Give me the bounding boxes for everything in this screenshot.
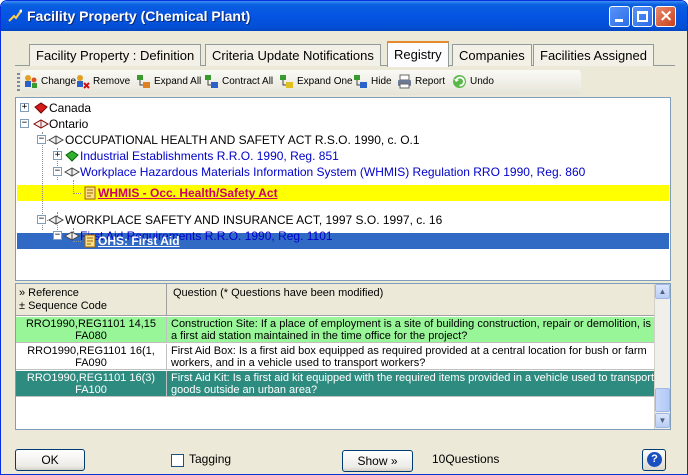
tree-node-label: OCCUPATIONAL HEALTH AND SAFETY ACT R.S.O…	[65, 133, 420, 147]
question-cell: First Aid Kit: Is a first aid kit equipp…	[171, 372, 655, 396]
open-book-icon	[64, 167, 80, 177]
undo-icon	[453, 75, 466, 88]
question-cell: Construction Site: If a place of employm…	[171, 318, 651, 342]
tree-node-label: WHMIS - Occ. Health/Safety Act	[98, 186, 278, 200]
contract-all-label: Contract All	[222, 76, 274, 87]
printer-icon	[398, 74, 411, 89]
close-icon: ×	[659, 6, 674, 26]
registry-toolbar: Change Remove Expand All Contract All Ex…	[15, 67, 671, 97]
scroll-thumb[interactable]	[655, 388, 670, 412]
open-book-icon	[48, 215, 64, 225]
ok-button[interactable]: OK	[15, 449, 85, 471]
document-icon	[84, 234, 96, 248]
reference-header-line: » Reference	[19, 287, 79, 299]
collapse-icon[interactable]: −	[37, 135, 46, 144]
questions-grid[interactable]: » Reference ± Sequence Code Question (* …	[15, 283, 671, 430]
question-cell: First Aid Box: Is a first aid box equipp…	[171, 345, 647, 369]
red-book-icon	[34, 102, 48, 114]
people-remove-icon	[77, 75, 90, 89]
maximize-button[interactable]	[632, 6, 653, 27]
question-row-selected[interactable]: RRO1990,REG1101 16(3) FA100 First Aid Ki…	[16, 371, 656, 397]
tab-criteria-update-notifications[interactable]: Criteria Update Notifications	[205, 44, 381, 66]
tab-facilities-assigned[interactable]: Facilities Assigned	[533, 44, 654, 66]
show-button[interactable]: Show »	[342, 450, 413, 472]
tagging-label: Tagging	[189, 452, 232, 466]
tree-node-canada[interactable]: + Canada	[16, 100, 216, 116]
scroll-down-arrow-icon[interactable]: ▼	[655, 413, 670, 428]
question-count: 10Questions	[432, 452, 500, 466]
title-bar[interactable]: Facility Property (Chemical Plant) ×	[1, 1, 687, 31]
reference-column-header[interactable]: » Reference ± Sequence Code	[16, 284, 167, 316]
tab-strip: Facility Property : Definition Criteria …	[1, 32, 687, 67]
reference-cell: RRO1990,REG1101 16(1, FA090	[16, 344, 167, 370]
toolbar-grip[interactable]	[17, 73, 20, 91]
scroll-up-arrow-icon[interactable]: ▲	[655, 284, 670, 299]
tree-expand-one-icon	[280, 75, 293, 88]
tree-node-industrial-establishments[interactable]: + Industrial Establishments R.R.O. 1990,…	[16, 148, 656, 164]
tagging-checkbox[interactable]	[171, 454, 184, 467]
undo-label: Undo	[470, 76, 494, 87]
tree-node-label: WORKPLACE SAFETY AND INSURANCE ACT, 1997…	[65, 213, 443, 227]
question-row[interactable]: RRO1990,REG1101 14,15 FA080 Construction…	[16, 317, 656, 343]
tree-connector	[73, 193, 81, 194]
expand-icon[interactable]: +	[53, 151, 62, 160]
green-book-icon	[65, 150, 79, 162]
minimize-button[interactable]	[609, 6, 630, 27]
maximize-icon	[637, 11, 648, 22]
expand-all-label: Expand All	[154, 76, 202, 87]
question-column-header[interactable]: Question (* Questions have been modified…	[168, 284, 656, 316]
app-icon	[8, 9, 22, 22]
tree-node-label: Ontario	[49, 117, 89, 131]
expand-icon[interactable]: +	[20, 103, 29, 112]
reference-value: RRO1990,REG1101 16(1,	[27, 345, 155, 357]
minimize-icon	[615, 19, 623, 22]
tab-definition[interactable]: Facility Property : Definition	[29, 44, 202, 66]
sequence-code-value: FA080	[75, 330, 107, 342]
hide-label: Hide	[371, 76, 392, 87]
help-button[interactable]: ?	[642, 449, 666, 471]
grid-vertical-scrollbar[interactable]: ▲ ▼	[654, 284, 670, 429]
tree-node-label: Industrial Establishments R.R.O. 1990, R…	[80, 149, 339, 163]
question-row[interactable]: RRO1990,REG1101 16(1, FA090 First Aid Bo…	[16, 344, 656, 370]
tree-node-ohs-first-aid[interactable]: OHS: First Aid	[16, 233, 656, 249]
grid-header: » Reference ± Sequence Code Question (* …	[16, 284, 656, 316]
people-change-icon	[25, 75, 37, 88]
report-label: Report	[415, 76, 446, 87]
collapse-icon[interactable]: −	[20, 119, 29, 128]
reference-cell: RRO1990,REG1101 14,15 FA080	[16, 317, 167, 343]
document-icon	[84, 186, 96, 200]
close-button[interactable]: ×	[655, 6, 676, 27]
window-title: Facility Property (Chemical Plant)	[27, 8, 251, 24]
tab-companies[interactable]: Companies	[452, 44, 532, 66]
tree-node-label: Canada	[49, 101, 92, 115]
remove-label: Remove	[93, 76, 131, 87]
tree-node-label: Workplace Hazardous Materials Informatio…	[80, 165, 586, 179]
help-icon: ?	[647, 452, 662, 467]
tree-node-whmis-occ-health[interactable]: WHMIS - Occ. Health/Safety Act	[16, 185, 656, 201]
reference-value: RRO1990,REG1101 14,15	[25, 318, 157, 330]
registry-tree[interactable]: + Canada − Ontario − OCCUPATIONAL HEALTH…	[15, 97, 671, 281]
expand-one-label: Expand One	[297, 76, 353, 87]
sequence-code-header-line: ± Sequence Code	[19, 300, 107, 312]
tree-connector	[73, 241, 81, 242]
reference-cell: RRO1990,REG1101 16(3) FA100	[16, 371, 167, 397]
tree-node-ontario[interactable]: − Ontario	[16, 116, 216, 132]
tree-node-ohsa[interactable]: − OCCUPATIONAL HEALTH AND SAFETY ACT R.S…	[16, 132, 656, 148]
collapse-icon[interactable]: −	[37, 215, 46, 224]
tab-registry[interactable]: Registry	[387, 41, 449, 67]
tree-hide-icon	[354, 75, 367, 88]
open-book-icon	[33, 119, 49, 129]
tree-expand-icon	[137, 75, 150, 88]
change-label: Change	[41, 76, 77, 87]
tree-contract-icon	[205, 75, 218, 88]
tree-node-label: OHS: First Aid	[98, 234, 180, 248]
tree-node-whmis-regulation[interactable]: − Workplace Hazardous Materials Informat…	[16, 164, 670, 180]
tree-node-wsia[interactable]: − WORKPLACE SAFETY AND INSURANCE ACT, 19…	[16, 212, 656, 228]
open-book-icon	[48, 135, 64, 145]
sequence-code-value: FA090	[75, 357, 107, 369]
reference-value: RRO1990,REG1101 16(3)	[26, 372, 156, 384]
sequence-code-value: FA100	[75, 384, 107, 396]
facility-property-window: Facility Property (Chemical Plant) × Fac…	[0, 0, 688, 475]
collapse-icon[interactable]: −	[53, 167, 62, 176]
